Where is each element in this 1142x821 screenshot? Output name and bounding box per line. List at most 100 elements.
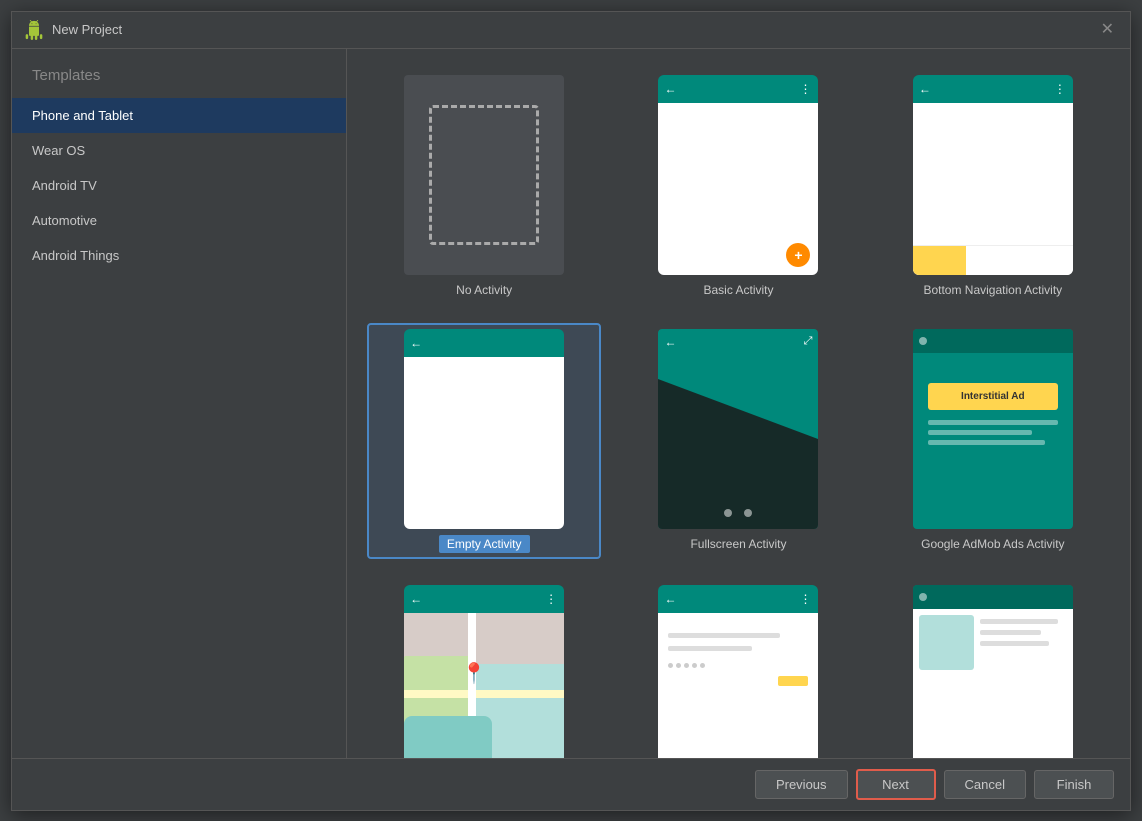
- new-project-dialog: New Project ✕ Templates Phone and Tablet…: [11, 11, 1131, 811]
- fullscreen-preview: ← ⤢: [658, 329, 818, 529]
- menu-dots-icon: ⋮: [545, 592, 558, 606]
- back-arrow-icon: ←: [410, 592, 422, 606]
- settings-preview: [913, 585, 1073, 758]
- template-basic-activity[interactable]: ← ⋮ + Basic Activity: [621, 69, 855, 303]
- template-empty-activity[interactable]: ← Empty Activity: [367, 323, 601, 559]
- sidebar-item-label: Android Things: [32, 248, 119, 263]
- settings-line-1: [980, 619, 1058, 624]
- close-button[interactable]: ✕: [1097, 20, 1118, 40]
- maps-preview: ← ⋮: [404, 585, 564, 758]
- diagonal-svg: [658, 329, 818, 529]
- fab-button: +: [786, 243, 810, 267]
- no-activity-label: No Activity: [456, 283, 512, 297]
- settings-content-area: [913, 609, 1073, 758]
- template-fullscreen-activity[interactable]: ← ⤢ Fullscreen Activity: [621, 323, 855, 559]
- admob-content-lines: [913, 420, 1073, 450]
- back-arrow-icon: ←: [410, 336, 422, 350]
- map-marker-icon: 📍: [462, 661, 487, 686]
- bottom-nav-header: ← ⋮: [913, 75, 1073, 103]
- sidebar-item-android-tv[interactable]: Android TV: [12, 168, 346, 203]
- nav-tab-1: [913, 246, 966, 275]
- menu-dots-icon: ⋮: [799, 82, 812, 96]
- empty-activity-label: Empty Activity: [439, 535, 530, 553]
- fullscreen-dots: [724, 509, 752, 517]
- empty-phone-body: [404, 357, 564, 529]
- bottom-nav-preview: ← ⋮: [913, 75, 1073, 275]
- template-settings-activity[interactable]: Settings Activity: [876, 579, 1110, 758]
- bottom-nav-bar: [913, 245, 1073, 275]
- settings-header-bar: [913, 585, 1073, 609]
- sidebar-item-wear-os[interactable]: Wear OS: [12, 133, 346, 168]
- pw-dot-3: [684, 663, 689, 668]
- template-maps-activity[interactable]: ← ⋮: [367, 579, 601, 758]
- admob-dot: [919, 337, 927, 345]
- basic-activity-label: Basic Activity: [703, 283, 773, 297]
- template-admob-activity[interactable]: Interstitial Ad Google AdMob Ads Activit…: [876, 323, 1110, 559]
- templates-grid: No Activity ← ⋮ +: [347, 49, 1130, 758]
- dashed-rectangle: [429, 105, 539, 245]
- login-button-rect: [778, 676, 808, 686]
- admob-line-1: [928, 420, 1058, 425]
- login-text-lines: [658, 613, 818, 659]
- settings-text-block: [980, 615, 1067, 758]
- finish-button[interactable]: Finish: [1034, 770, 1114, 799]
- empty-activity-preview: ←: [404, 329, 564, 529]
- admob-line-3: [928, 440, 1045, 445]
- empty-phone-header: ←: [404, 329, 564, 357]
- pw-dot-5: [700, 663, 705, 668]
- admob-bg: Interstitial Ad: [913, 329, 1073, 529]
- fullscreen-label: Fullscreen Activity: [690, 537, 786, 551]
- sidebar-item-automotive[interactable]: Automotive: [12, 203, 346, 238]
- template-no-activity[interactable]: No Activity: [367, 69, 601, 303]
- interstitial-ad-label: Interstitial Ad: [961, 391, 1025, 402]
- admob-header: [913, 329, 1073, 353]
- basic-phone-body: +: [658, 103, 818, 275]
- bottom-nav-phone-mock: ← ⋮: [913, 75, 1073, 275]
- basic-activity-preview: ← ⋮ +: [658, 75, 818, 275]
- login-line-2: [668, 646, 752, 651]
- previous-button[interactable]: Previous: [755, 770, 848, 799]
- login-phone-mock: ← ⋮: [658, 585, 818, 758]
- maps-phone-body: 📍: [404, 613, 564, 758]
- bottom-nav-label: Bottom Navigation Activity: [923, 283, 1062, 297]
- menu-dots-icon: ⋮: [1054, 82, 1067, 96]
- login-line-1: [668, 633, 780, 638]
- maps-phone-mock: ← ⋮: [404, 585, 564, 758]
- nav-tab-2: [966, 246, 1019, 275]
- sidebar-item-phone-tablet[interactable]: Phone and Tablet: [12, 98, 346, 133]
- settings-line-3: [980, 641, 1050, 646]
- menu-dots-icon: ⋮: [799, 592, 812, 606]
- expand-icon: ⤢: [804, 335, 813, 348]
- no-activity-preview: [404, 75, 564, 275]
- settings-dot: [919, 593, 927, 601]
- cancel-button[interactable]: Cancel: [944, 770, 1026, 799]
- settings-line-2: [980, 630, 1041, 635]
- settings-image: [919, 615, 974, 670]
- interstitial-ad-card: Interstitial Ad: [928, 383, 1058, 410]
- basic-phone-header: ← ⋮: [658, 75, 818, 103]
- title-bar: New Project ✕: [12, 12, 1130, 49]
- admob-line-2: [928, 430, 1032, 435]
- template-login-activity[interactable]: ← ⋮: [621, 579, 855, 758]
- next-button[interactable]: Next: [856, 769, 936, 800]
- login-button-area: [658, 672, 818, 690]
- fullscreen-bg: ← ⤢: [658, 329, 818, 529]
- template-bottom-nav-activity[interactable]: ← ⋮: [876, 69, 1110, 303]
- back-arrow-icon: ←: [664, 82, 676, 96]
- sidebar-item-label: Automotive: [32, 213, 97, 228]
- main-area: No Activity ← ⋮ +: [347, 49, 1130, 758]
- empty-phone-mock: ←: [404, 329, 564, 529]
- admob-preview: Interstitial Ad: [913, 329, 1073, 529]
- back-arrow-icon: ←: [664, 592, 676, 606]
- map-background: 📍: [404, 613, 564, 758]
- sidebar-item-label: Wear OS: [32, 143, 85, 158]
- no-activity-bg: [404, 75, 564, 275]
- basic-phone-mock: ← ⋮ +: [658, 75, 818, 275]
- fullscreen-topbar: ← ⤢: [658, 329, 818, 355]
- sidebar-item-android-things[interactable]: Android Things: [12, 238, 346, 273]
- pw-dot-1: [668, 663, 673, 668]
- login-phone-header: ← ⋮: [658, 585, 818, 613]
- maps-phone-header: ← ⋮: [404, 585, 564, 613]
- dialog-title: New Project: [52, 22, 1089, 37]
- sidebar: Templates Phone and Tablet Wear OS Andro…: [12, 49, 347, 758]
